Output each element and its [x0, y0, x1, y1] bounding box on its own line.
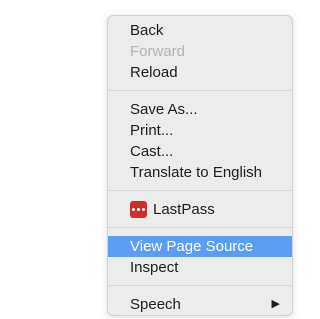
menu-separator [108, 227, 292, 228]
menu-item-label: Translate to English [130, 164, 263, 181]
menu-separator [108, 190, 292, 191]
menu-item-label: View Page Source [130, 238, 254, 255]
page: Back Forward Reload Save As... Print... … [0, 0, 300, 319]
menu-item-translate[interactable]: Translate to English [108, 162, 292, 183]
menu-item-label: Cast... [130, 143, 174, 160]
menu-item-forward[interactable]: Forward [108, 41, 292, 62]
menu-item-label: Print... [130, 122, 174, 139]
context-menu: Back Forward Reload Save As... Print... … [107, 15, 293, 316]
menu-separator [108, 285, 292, 286]
menu-item-label: Speech [130, 296, 181, 313]
menu-item-reload[interactable]: Reload [108, 62, 292, 83]
menu-item-back[interactable]: Back [108, 20, 292, 41]
lastpass-icon [130, 201, 147, 218]
menu-item-save-as[interactable]: Save As... [108, 99, 292, 120]
menu-item-label: Inspect [130, 259, 179, 276]
menu-item-view-page-source[interactable]: View Page Source [108, 236, 292, 257]
menu-item-label: Save As... [130, 101, 198, 118]
menu-item-cast[interactable]: Cast... [108, 141, 292, 162]
menu-item-label: Back [130, 22, 164, 39]
menu-item-lastpass[interactable]: LastPass [108, 199, 292, 220]
menu-item-print[interactable]: Print... [108, 120, 292, 141]
menu-item-label: Reload [130, 64, 178, 81]
submenu-arrow-icon: ▶ [271, 298, 280, 310]
menu-separator [108, 90, 292, 91]
menu-item-speech[interactable]: Speech ▶ [108, 294, 292, 315]
menu-item-label: LastPass [153, 201, 215, 218]
menu-item-inspect[interactable]: Inspect [108, 257, 292, 278]
menu-item-label: Forward [130, 43, 186, 60]
